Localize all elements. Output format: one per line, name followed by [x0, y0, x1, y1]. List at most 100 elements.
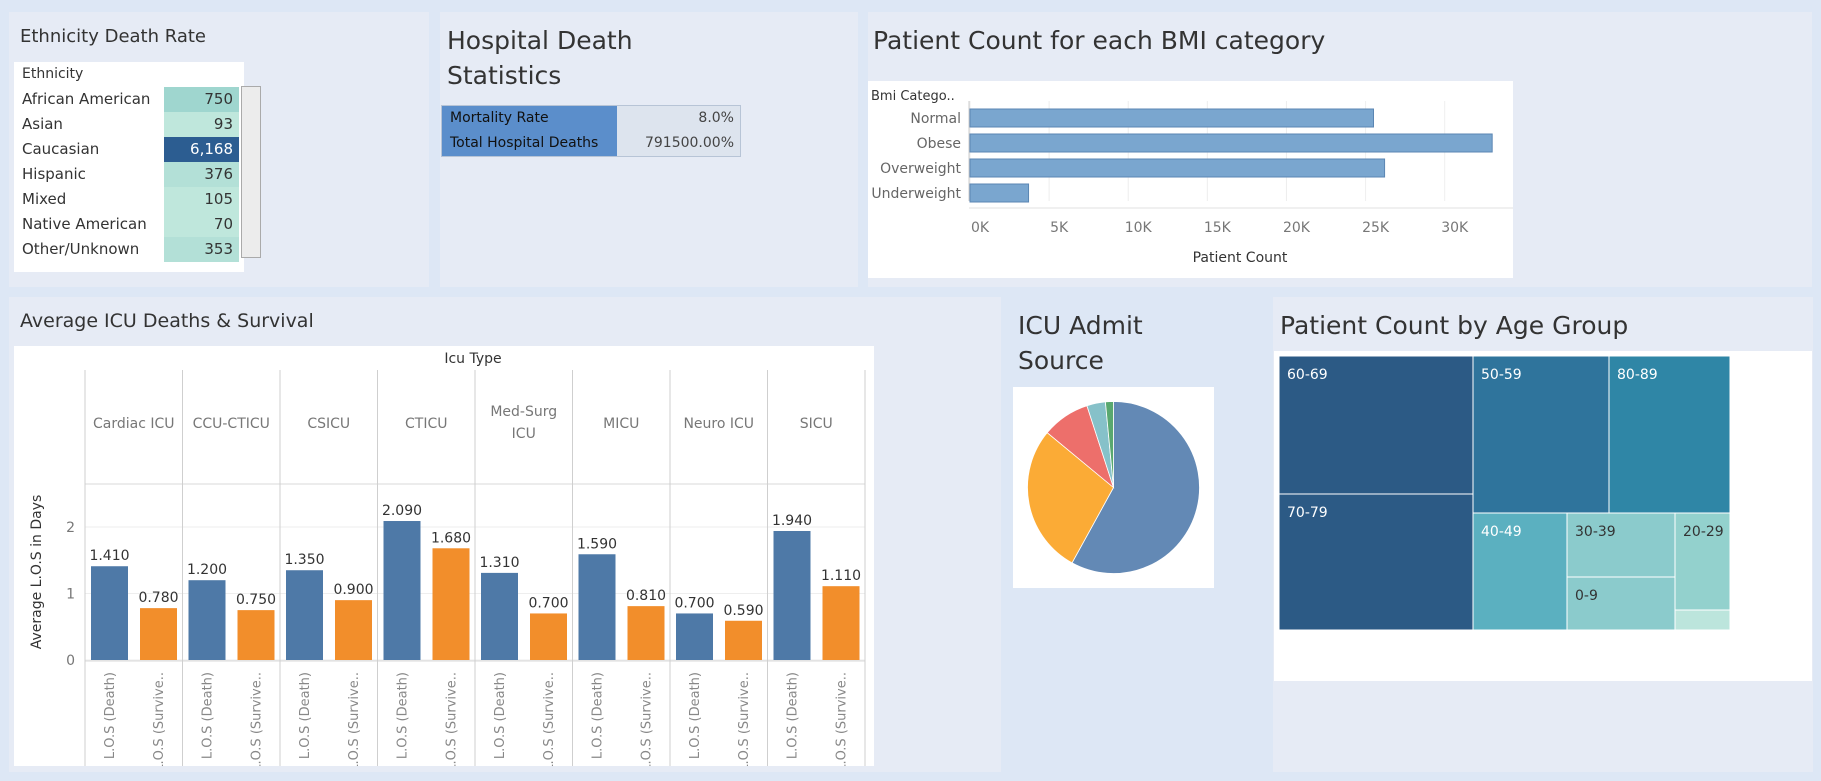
age-treemap: 60-69 70-79 50-59 80-89 40-49 30-39 0-9 20-29: [1274, 351, 1812, 681]
bmi-chart: Bmi Catego.. Normal Obese Overweight Underwe…: [868, 81, 1513, 278]
ethnicity-value: 105: [164, 187, 239, 212]
icu-data-label: 0.810: [626, 588, 666, 604]
icu-measure-label: L.O.S (Survive..: [542, 672, 557, 766]
icu-survive-bar[interactable]: [335, 600, 372, 660]
ethnicity-row: Native American 70: [14, 212, 239, 237]
ethnicity-value: 6,168: [164, 137, 239, 162]
ethnicity-label: Mixed: [22, 190, 67, 208]
bmi-bar[interactable]: [969, 183, 1030, 203]
hospital-panel: Hospital Death Statistics Mortality Rate…: [440, 12, 858, 287]
icu-measure-label: L.O.S (Survive..: [250, 672, 265, 766]
bmi-x-tick: 15K: [1204, 220, 1232, 236]
treemap-cell[interactable]: [1566, 512, 1676, 578]
icu-category-label: Med-Surg: [490, 404, 557, 420]
ethnicity-label: Native American: [22, 215, 147, 233]
icu-survive-bar[interactable]: [432, 548, 470, 660]
hospital-title-line2: Statistics: [447, 61, 562, 90]
icu-survive-bar[interactable]: [140, 608, 177, 660]
ethnicity-label: Asian: [22, 115, 63, 133]
treemap-label: 0-9: [1575, 588, 1598, 604]
treemap-label: 40-49: [1481, 524, 1522, 540]
icu-y-tick: 1: [66, 587, 75, 603]
bmi-x-tick: 30K: [1441, 220, 1469, 236]
mortality-rate-value: 8.0%: [617, 106, 740, 131]
bmi-axis-header: Bmi Catego..: [871, 89, 955, 104]
bmi-x-tick: 10K: [1125, 220, 1153, 236]
icu-death-bar[interactable]: [383, 521, 421, 660]
ethnicity-row: Caucasian 6,168: [14, 137, 239, 162]
icu-measure-label: L.O.S (Death): [786, 672, 801, 759]
icu-measure-label: L.O.S (Survive..: [445, 672, 460, 766]
ethnicity-label: Caucasian: [22, 140, 100, 158]
icu-data-label: 1.590: [577, 536, 617, 552]
icu-data-label: 1.310: [479, 555, 519, 571]
icu-measure-label: L.O.S (Death): [493, 672, 508, 759]
icu-measure-label: L.O.S (Survive..: [835, 672, 850, 766]
bmi-panel: Patient Count for each BMI category Bmi …: [868, 12, 1812, 287]
icu-data-label: 1.110: [821, 568, 861, 584]
icu-survive-bar[interactable]: [725, 620, 762, 660]
icu-survive-bar[interactable]: [627, 606, 665, 660]
age-title: Patient Count by Age Group: [1280, 311, 1629, 340]
icu-measure-label: L.O.S (Death): [201, 672, 216, 759]
icu-category-label: CTICU: [405, 416, 447, 432]
age-panel: Patient Count by Age Group 60-69 70-79 50-…: [1273, 297, 1813, 772]
treemap-cell[interactable]: [1674, 609, 1731, 631]
ethnicity-label: Hispanic: [22, 165, 86, 183]
icu-death-bar[interactable]: [91, 566, 128, 660]
mortality-rate-label: Mortality Rate: [442, 106, 617, 131]
icu-data-label: 0.590: [723, 603, 763, 619]
ethnicity-scrollbar[interactable]: [241, 86, 261, 258]
ethnicity-value: 376: [164, 162, 239, 187]
bmi-bar[interactable]: [969, 108, 1374, 128]
icu-category-label: CSICU: [307, 416, 350, 432]
icu-data-label: 0.750: [236, 592, 276, 608]
icu-data-label: 1.350: [284, 552, 324, 568]
icu-category-label: Neuro ICU: [683, 416, 754, 432]
icu-survive-bar[interactable]: [530, 613, 567, 660]
bmi-x-tick: 20K: [1283, 220, 1311, 236]
ethnicity-title: Ethnicity Death Rate: [20, 26, 207, 47]
icu-measure-label: L.O.S (Death): [298, 672, 313, 759]
treemap-label: 20-29: [1683, 524, 1724, 540]
icu-category-label: SICU: [800, 416, 833, 432]
ethnicity-value: 750: [164, 87, 239, 112]
treemap-label: 80-89: [1617, 367, 1658, 383]
treemap-label: 60-69: [1287, 367, 1328, 383]
bmi-bar[interactable]: [969, 133, 1493, 153]
icu-category-label: Cardiac ICU: [93, 416, 175, 432]
icu-category-label: CCU-CTICU: [193, 416, 270, 432]
icu-death-bar[interactable]: [773, 530, 811, 660]
icu-death-bar[interactable]: [286, 570, 323, 660]
icu-data-label: 1.200: [187, 562, 227, 578]
admit-panel: ICU Admit Source: [1002, 297, 1273, 772]
ethnicity-panel: Ethnicity Death Rate Ethnicity African A…: [9, 12, 429, 287]
icu-measure-label: L.O.S (Survive..: [152, 672, 167, 766]
ethnicity-header: Ethnicity: [22, 66, 84, 82]
ethnicity-table: Ethnicity African American 750 Asian 93 Cauc…: [14, 62, 244, 272]
icu-category-label: MICU: [603, 416, 639, 432]
total-deaths-label: Total Hospital Deaths: [442, 131, 617, 156]
icu-measure-label: L.O.S (Death): [396, 672, 411, 759]
icu-death-bar[interactable]: [578, 554, 616, 660]
ethnicity-label: African American: [22, 90, 151, 108]
bmi-category-label: Normal: [910, 111, 961, 127]
icu-death-bar[interactable]: [481, 572, 518, 660]
icu-death-bar[interactable]: [676, 613, 713, 660]
ethnicity-label: Other/Unknown: [22, 240, 140, 258]
bmi-category-label: Underweight: [871, 186, 961, 202]
bmi-x-tick: 25K: [1362, 220, 1390, 236]
hospital-title-line1: Hospital Death: [447, 26, 633, 55]
icu-survive-bar[interactable]: [822, 586, 860, 660]
admit-title-line1: ICU Admit: [1018, 311, 1143, 340]
icu-data-label: 2.090: [382, 503, 422, 519]
icu-y-tick: 0: [66, 653, 75, 669]
bmi-bar[interactable]: [969, 158, 1386, 178]
ethnicity-value: 353: [164, 237, 239, 262]
ethnicity-row: Mixed 105: [14, 187, 239, 212]
icu-chart: Icu Type 0 1 2 Average L.O.S in Days Cardiac …: [14, 346, 874, 766]
icu-measure-label: L.O.S (Death): [688, 672, 703, 759]
icu-survive-bar[interactable]: [237, 610, 275, 660]
icu-death-bar[interactable]: [188, 580, 226, 660]
icu-y-tick: 2: [66, 520, 75, 536]
